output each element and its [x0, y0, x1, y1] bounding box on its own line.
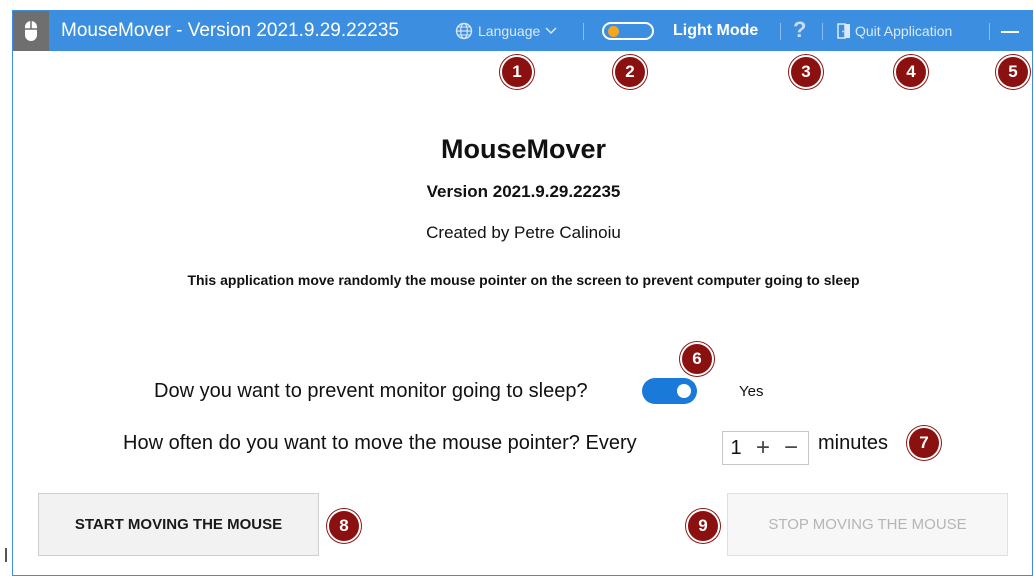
callout-badge: 5 — [996, 55, 1030, 89]
callout-badge: 2 — [613, 55, 647, 89]
globe-icon — [455, 22, 473, 40]
title-bar: MouseMover - Version 2021.9.29.22235 Lan… — [13, 11, 1032, 51]
app-window: MouseMover - Version 2021.9.29.22235 Lan… — [12, 10, 1033, 576]
app-name-heading: MouseMover — [440, 134, 607, 164]
callout-badge: 9 — [686, 509, 720, 543]
theme-toggle-knob — [608, 26, 619, 37]
divider — [583, 23, 584, 40]
interval-unit: minutes — [818, 432, 889, 454]
divider — [989, 23, 990, 40]
toggle-state-label: Yes — [739, 383, 764, 400]
author-text: Created by Petre Calinoiu — [426, 223, 621, 242]
stop-moving-button[interactable]: STOP MOVING THE MOUSE — [727, 493, 1008, 556]
version-text: Version 2021.9.29.22235 — [426, 182, 621, 201]
quit-button[interactable]: Quit Application — [837, 11, 952, 51]
increment-button[interactable]: + — [749, 433, 777, 463]
callout-badge: 8 — [327, 509, 361, 543]
language-menu[interactable]: Language — [455, 11, 557, 51]
callout-badge: 6 — [680, 342, 714, 376]
mouse-icon — [13, 11, 49, 51]
chevron-down-icon — [545, 27, 557, 35]
prevent-sleep-toggle[interactable] — [642, 378, 697, 404]
door-exit-icon — [837, 23, 850, 39]
callout-badge: 7 — [907, 426, 941, 460]
callout-badge: 3 — [789, 55, 823, 89]
theme-toggle[interactable] — [602, 22, 654, 40]
interval-question: How often do you want to move the mouse … — [123, 432, 637, 454]
minimize-button[interactable] — [997, 11, 1027, 51]
language-label: Language — [478, 23, 541, 39]
start-moving-button[interactable]: START MOVING THE MOUSE — [38, 493, 319, 556]
toggle-knob — [677, 384, 691, 398]
theme-label: Light Mode — [673, 22, 759, 39]
interval-value[interactable]: 1 — [723, 437, 749, 460]
divider — [780, 23, 781, 40]
help-button[interactable]: ? — [793, 11, 806, 51]
decrement-button[interactable]: − — [777, 433, 805, 463]
quit-label: Quit Application — [855, 23, 953, 39]
interval-stepper: 1 + − — [722, 431, 809, 465]
callout-badge: 4 — [894, 55, 928, 89]
callout-badge: 1 — [500, 55, 534, 89]
minimize-icon — [1001, 31, 1019, 33]
description-text: This application move randomly the mouse… — [187, 272, 860, 288]
edge-mark — [5, 548, 7, 562]
window-title: MouseMover - Version 2021.9.29.22235 — [61, 20, 399, 41]
monitor-sleep-question: Dow you want to prevent monitor going to… — [154, 380, 588, 402]
divider — [822, 23, 823, 40]
